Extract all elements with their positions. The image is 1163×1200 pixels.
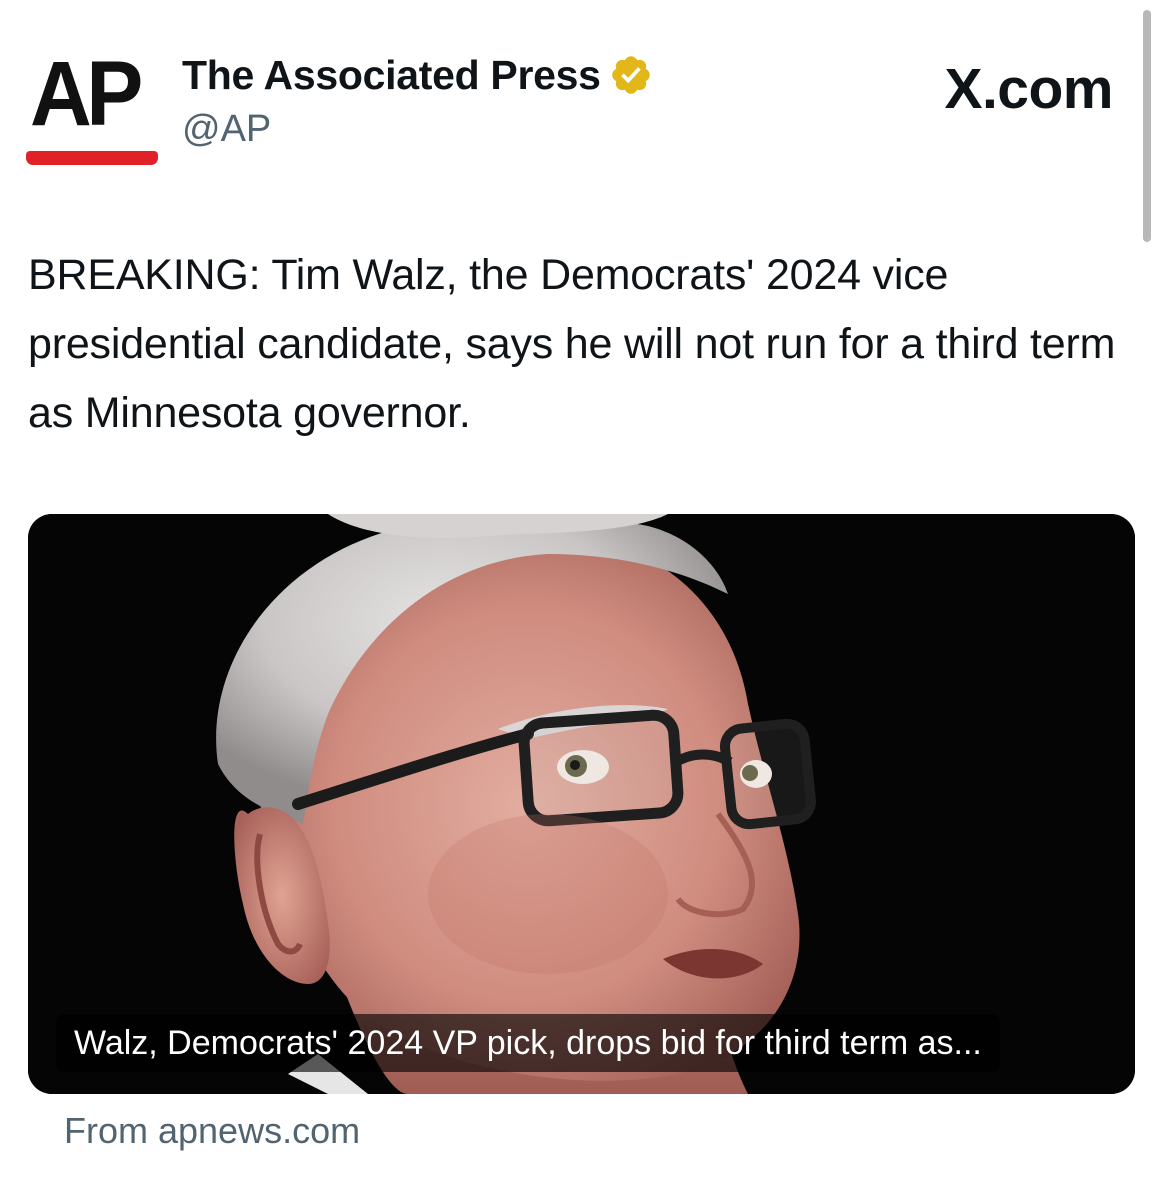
tweet-screenshot: AP The Associated Press @AP X.com BREAKI… [0,0,1163,1200]
tweet-text: BREAKING: Tim Walz, the Democrats' 2024 … [28,251,1116,437]
ap-logo-bar [26,151,158,165]
account-handle[interactable]: @AP [182,106,653,152]
account-name[interactable]: The Associated Press [182,50,601,100]
verified-badge-icon [611,56,650,94]
link-card[interactable]: Walz, Democrats' 2024 VP pick, drops bid… [28,514,1135,1094]
article-photo [28,514,1135,1094]
account-info[interactable]: The Associated Press @AP [182,50,653,152]
ap-logo-text: AP [30,43,143,145]
card-source[interactable]: From apnews.com [64,1106,360,1156]
site-label: X.com [944,57,1113,121]
card-caption: Walz, Democrats' 2024 VP pick, drops bid… [56,1014,1000,1072]
account-name-row: The Associated Press [182,50,653,100]
ap-logo[interactable]: AP [26,48,160,170]
scrollbar[interactable] [1143,10,1151,242]
